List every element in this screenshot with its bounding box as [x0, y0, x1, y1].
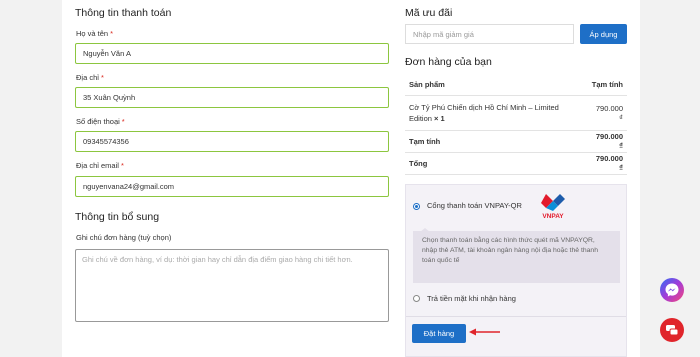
- phone-label: Số điện thoại *: [76, 117, 125, 126]
- coupon-title: Mã ưu đãi: [405, 7, 453, 19]
- chat-button[interactable]: [660, 318, 684, 342]
- order-item-row: Cờ Tỷ Phú Chiến dịch Hồ Chí Minh – Limit…: [405, 95, 627, 131]
- billing-title: Thông tin thanh toán: [75, 7, 172, 19]
- address-field[interactable]: 35 Xuân Quỳnh: [75, 87, 389, 108]
- vnpay-description: Chọn thanh toán bằng các hình thức quét …: [413, 231, 620, 283]
- col-product: Sản phẩm: [405, 75, 587, 96]
- description-caret: [420, 228, 430, 232]
- order-item-price: 790.000 ₫: [586, 95, 627, 131]
- total-value: 790.000 ₫: [586, 152, 627, 175]
- total-row: Tổng 790.000 ₫: [405, 152, 627, 175]
- additional-title: Thông tin bổ sung: [75, 211, 160, 223]
- email-field[interactable]: nguyenvana24@gmail.com: [75, 176, 389, 197]
- order-title: Đơn hàng của bạn: [405, 56, 492, 68]
- vnpay-label[interactable]: Cổng thanh toán VNPAY-QR: [427, 201, 522, 210]
- messenger-button[interactable]: [660, 278, 684, 302]
- checkout-page: Thông tin thanh toán Họ và tên * Nguyễn V…: [62, 0, 640, 357]
- order-table-header: Sản phẩm Tạm tính: [405, 75, 627, 96]
- payment-methods-box: Cổng thanh toán VNPAY-QR VNPAY Chọn than…: [405, 184, 627, 357]
- arrow-icon: [469, 328, 500, 336]
- subtotal-value: 790.000 ₫: [586, 130, 627, 153]
- order-item-name: Cờ Tỷ Phú Chiến dịch Hồ Chí Minh – Limit…: [405, 95, 587, 131]
- vnpay-logo: VNPAY: [537, 191, 569, 223]
- vnpay-logo-text: VNPAY: [542, 213, 564, 220]
- phone-field[interactable]: 09345574356: [75, 131, 389, 152]
- cod-radio[interactable]: [413, 295, 420, 302]
- notes-label: Ghi chú đơn hàng (tuỳ chọn): [76, 233, 172, 242]
- place-order-button[interactable]: Đặt hàng: [412, 324, 466, 343]
- subtotal-label: Tạm tính: [405, 130, 587, 153]
- name-label: Họ và tên *: [76, 29, 114, 38]
- col-subtotal: Tạm tính: [586, 75, 627, 96]
- address-label: Địa chỉ *: [76, 73, 104, 82]
- cod-label[interactable]: Trả tiền mặt khi nhận hàng: [427, 294, 516, 303]
- messenger-icon: [665, 283, 679, 297]
- apply-coupon-button[interactable]: Áp dụng: [580, 24, 627, 44]
- total-label: Tổng: [405, 152, 587, 175]
- vnpay-radio[interactable]: [413, 203, 420, 210]
- order-table: Sản phẩm Tạm tính Cờ Tỷ Phú Chiến dịch H…: [405, 75, 627, 175]
- email-label: Địa chỉ email *: [76, 161, 124, 170]
- name-field[interactable]: Nguyễn Văn A: [75, 43, 389, 64]
- chat-icon: [666, 325, 679, 336]
- subtotal-row: Tạm tính 790.000 ₫: [405, 130, 627, 153]
- coupon-input[interactable]: Nhập mã giảm giá: [405, 24, 574, 44]
- payment-divider: [406, 316, 626, 317]
- order-notes-textarea[interactable]: Ghi chú về đơn hàng, ví dụ: thời gian ha…: [75, 249, 389, 322]
